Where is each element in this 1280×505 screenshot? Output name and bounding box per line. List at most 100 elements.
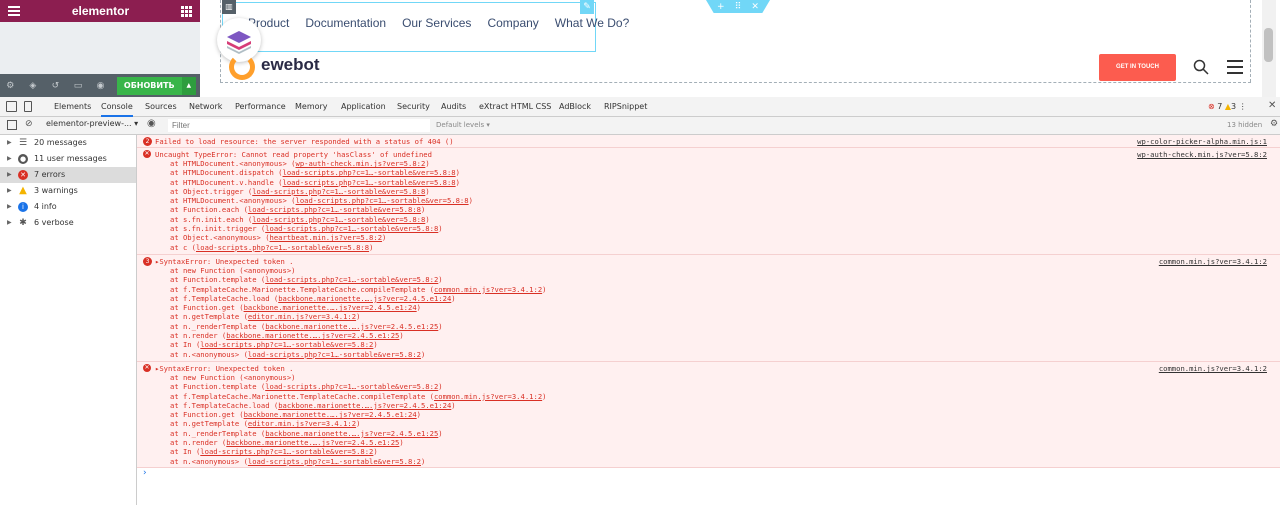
- stack-frame-link[interactable]: load-scripts.php?c=1…-sortable&ver=5.8:8: [296, 196, 469, 205]
- expand-icon[interactable]: ▶: [7, 151, 12, 167]
- stack-frame-link[interactable]: load-scripts.php?c=1…-sortable&ver=5.8:2: [248, 457, 421, 466]
- stack-frame-link[interactable]: backbone.marionette.….js?ver=2.4.5.e1:24: [278, 401, 451, 410]
- console-message-typeerror[interactable]: ✕ Uncaught TypeError: Cannot read proper…: [137, 148, 1280, 255]
- stack-frame-link[interactable]: common.min.js?ver=3.4.1:2: [434, 392, 542, 401]
- expand-icon[interactable]: ▶: [7, 199, 12, 215]
- issue-counts[interactable]: ⊗ 7 ▲3 ⋮: [1208, 102, 1247, 111]
- console-message-syntaxerror-2[interactable]: ✕ ▸SyntaxError: Unexpected token . commo…: [137, 362, 1280, 468]
- update-options-button[interactable]: ▲: [181, 76, 197, 95]
- stack-frame-link[interactable]: load-scripts.php?c=1…-sortable&ver=5.8:2: [248, 350, 421, 359]
- stack-frame: at s.fn.init.trigger (load-scripts.php?c…: [170, 224, 443, 234]
- sidebar-item-messages[interactable]: ▶ ☰ 20 messages: [0, 135, 136, 151]
- nav-company[interactable]: Company: [487, 16, 538, 30]
- search-icon[interactable]: [1193, 59, 1209, 75]
- sidebar-item-warnings[interactable]: ▶ ▲ 3 warnings: [0, 183, 136, 199]
- nav-documentation[interactable]: Documentation: [305, 16, 386, 30]
- console-message-404[interactable]: 2 Failed to load resource: the server re…: [137, 135, 1280, 148]
- console-prompt[interactable]: ›: [143, 468, 147, 478]
- stack-frame-link[interactable]: backbone.marionette.….js?ver=2.4.5.e1:24: [244, 410, 417, 419]
- device-toggle-icon[interactable]: [24, 101, 32, 112]
- tab-adblock[interactable]: AdBlock: [559, 97, 591, 116]
- tab-sources[interactable]: Sources: [145, 97, 177, 116]
- gear-icon[interactable]: ⚙: [4, 81, 17, 91]
- brand-name[interactable]: ewebot: [261, 55, 320, 75]
- history-icon[interactable]: ↺: [49, 81, 62, 91]
- close-icon[interactable]: ✕: [751, 2, 759, 12]
- get-in-touch-button[interactable]: GET IN TOUCH: [1099, 54, 1176, 81]
- tab-performance[interactable]: Performance: [235, 97, 286, 116]
- sidebar-item-errors[interactable]: ▶ ✕ 7 errors: [0, 167, 136, 183]
- responsive-icon[interactable]: ▭: [72, 81, 85, 91]
- section-toolbar[interactable]: + ⠿ ✕: [706, 0, 770, 13]
- column-handle-icon[interactable]: ▥: [222, 0, 236, 14]
- tab-application[interactable]: Application: [341, 97, 386, 116]
- inspect-icon[interactable]: [6, 101, 17, 112]
- update-button[interactable]: ОБНОВИТЬ: [116, 76, 182, 95]
- stack-frame-link[interactable]: backbone.marionette.….js?ver=2.4.5.e1:25: [265, 322, 438, 331]
- add-icon[interactable]: +: [717, 2, 725, 12]
- stack-frame-link[interactable]: editor.min.js?ver=3.4.1:2: [248, 419, 356, 428]
- stack-frame-link[interactable]: backbone.marionette.….js?ver=2.4.5.e1:25: [226, 438, 399, 447]
- stack-frame-link[interactable]: heartbeat.min.js?ver=5.8:2: [270, 233, 383, 242]
- tab-security[interactable]: Security: [397, 97, 430, 116]
- source-link[interactable]: common.min.js?ver=3.4.1:2: [1159, 364, 1267, 373]
- stack-frame-link[interactable]: load-scripts.php?c=1…-sortable&ver=5.8:8: [252, 187, 425, 196]
- tab-memory[interactable]: Memory: [295, 97, 328, 116]
- tab-elements[interactable]: Elements: [54, 97, 91, 116]
- close-devtools-icon[interactable]: ✕: [1268, 100, 1276, 111]
- tab-ripsnippet[interactable]: RIPSnippet: [604, 97, 647, 116]
- tab-extract-html-css[interactable]: eXtract HTML CSS: [479, 97, 551, 116]
- widgets-grid-icon[interactable]: [180, 5, 192, 17]
- more-icon[interactable]: ⋮: [1239, 102, 1247, 111]
- expand-icon[interactable]: ▶: [7, 183, 12, 199]
- stack-frame-link[interactable]: load-scripts.php?c=1…-sortable&ver=5.8:8: [252, 215, 425, 224]
- expand-icon[interactable]: ▶: [7, 135, 12, 151]
- console-settings-gear-icon[interactable]: ⚙: [1270, 119, 1278, 129]
- stack-frame-link[interactable]: backbone.marionette.….js?ver=2.4.5.e1:25: [265, 429, 438, 438]
- stack-frame-link[interactable]: load-scripts.php?c=1…-sortable&ver=5.8:2: [265, 382, 438, 391]
- stack-frame-link[interactable]: load-scripts.php?c=1…-sortable&ver=5.8:2: [200, 447, 373, 456]
- stack-frame-link[interactable]: backbone.marionette.….js?ver=2.4.5.e1:24: [278, 294, 451, 303]
- sidebar-item-info[interactable]: ▶ i 4 info: [0, 199, 136, 215]
- source-link[interactable]: common.min.js?ver=3.4.1:2: [1159, 257, 1267, 266]
- info-icon: i: [18, 202, 28, 212]
- sidebar-item-user-messages[interactable]: ▶ ● 11 user messages: [0, 151, 136, 167]
- stack-frame-link[interactable]: backbone.marionette.….js?ver=2.4.5.e1:25: [226, 331, 399, 340]
- nav-what-we-do[interactable]: What We Do?: [555, 16, 629, 30]
- edit-pencil-icon[interactable]: ✎: [580, 0, 594, 14]
- clear-console-icon[interactable]: ⊘: [25, 119, 33, 129]
- sidebar-item-verbose[interactable]: ▶ ✱ 6 verbose: [0, 215, 136, 231]
- drag-handle-icon[interactable]: ⠿: [735, 2, 742, 12]
- stack-frame-link[interactable]: load-scripts.php?c=1…-sortable&ver=5.8:8: [248, 205, 421, 214]
- stack-frame-link[interactable]: load-scripts.php?c=1…-sortable&ver=5.8:2: [265, 275, 438, 284]
- stack-frame-link[interactable]: load-scripts.php?c=1…-sortable&ver=5.8:8: [265, 224, 438, 233]
- nav-our-services[interactable]: Our Services: [402, 16, 471, 30]
- expand-icon[interactable]: ▶: [7, 215, 12, 231]
- stack-frame-link[interactable]: load-scripts.php?c=1…-sortable&ver=5.8:8: [283, 178, 456, 187]
- log-levels-select[interactable]: Default levels ▾: [436, 121, 490, 129]
- stack-frame-link[interactable]: load-scripts.php?c=1…-sortable&ver=5.8:2: [200, 340, 373, 349]
- expand-icon[interactable]: ▶: [7, 167, 12, 183]
- stack-frame-link[interactable]: editor.min.js?ver=3.4.1:2: [248, 312, 356, 321]
- stack-frame-link[interactable]: common.min.js?ver=3.4.1:2: [434, 285, 542, 294]
- console-message-syntaxerror-1[interactable]: 3 ▸SyntaxError: Unexpected token . commo…: [137, 255, 1280, 362]
- stack-frame-link[interactable]: load-scripts.php?c=1…-sortable&ver=5.8:8: [283, 168, 456, 177]
- source-link[interactable]: wp-auth-check.min.js?ver=5.8:2: [1137, 150, 1267, 159]
- context-select[interactable]: elementor-preview-... ▾: [46, 119, 138, 128]
- live-expression-eye-icon[interactable]: ◉: [147, 118, 156, 129]
- sidebar-toggle-icon[interactable]: [7, 120, 17, 130]
- hamburger-icon[interactable]: [8, 4, 20, 18]
- stack-frame-link[interactable]: wp-auth-check.min.js?ver=5.8:2: [296, 159, 426, 168]
- tab-network[interactable]: Network: [189, 97, 222, 116]
- tab-audits[interactable]: Audits: [441, 97, 466, 116]
- warning-icon: ▲: [19, 185, 27, 196]
- layers-icon[interactable]: ◈: [27, 81, 40, 91]
- eye-icon[interactable]: ◉: [94, 81, 107, 91]
- stack-frame-link[interactable]: load-scripts.php?c=1…-sortable&ver=5.8:8: [196, 243, 369, 252]
- stack-frame-link[interactable]: backbone.marionette.….js?ver=2.4.5.e1:24: [244, 303, 417, 312]
- tab-console[interactable]: Console: [101, 97, 133, 117]
- filter-input[interactable]: [168, 119, 430, 132]
- menu-icon[interactable]: [1227, 60, 1243, 74]
- source-link[interactable]: wp-color-picker-alpha.min.js:1: [1137, 137, 1267, 146]
- preview-scroll-thumb[interactable]: [1264, 28, 1273, 62]
